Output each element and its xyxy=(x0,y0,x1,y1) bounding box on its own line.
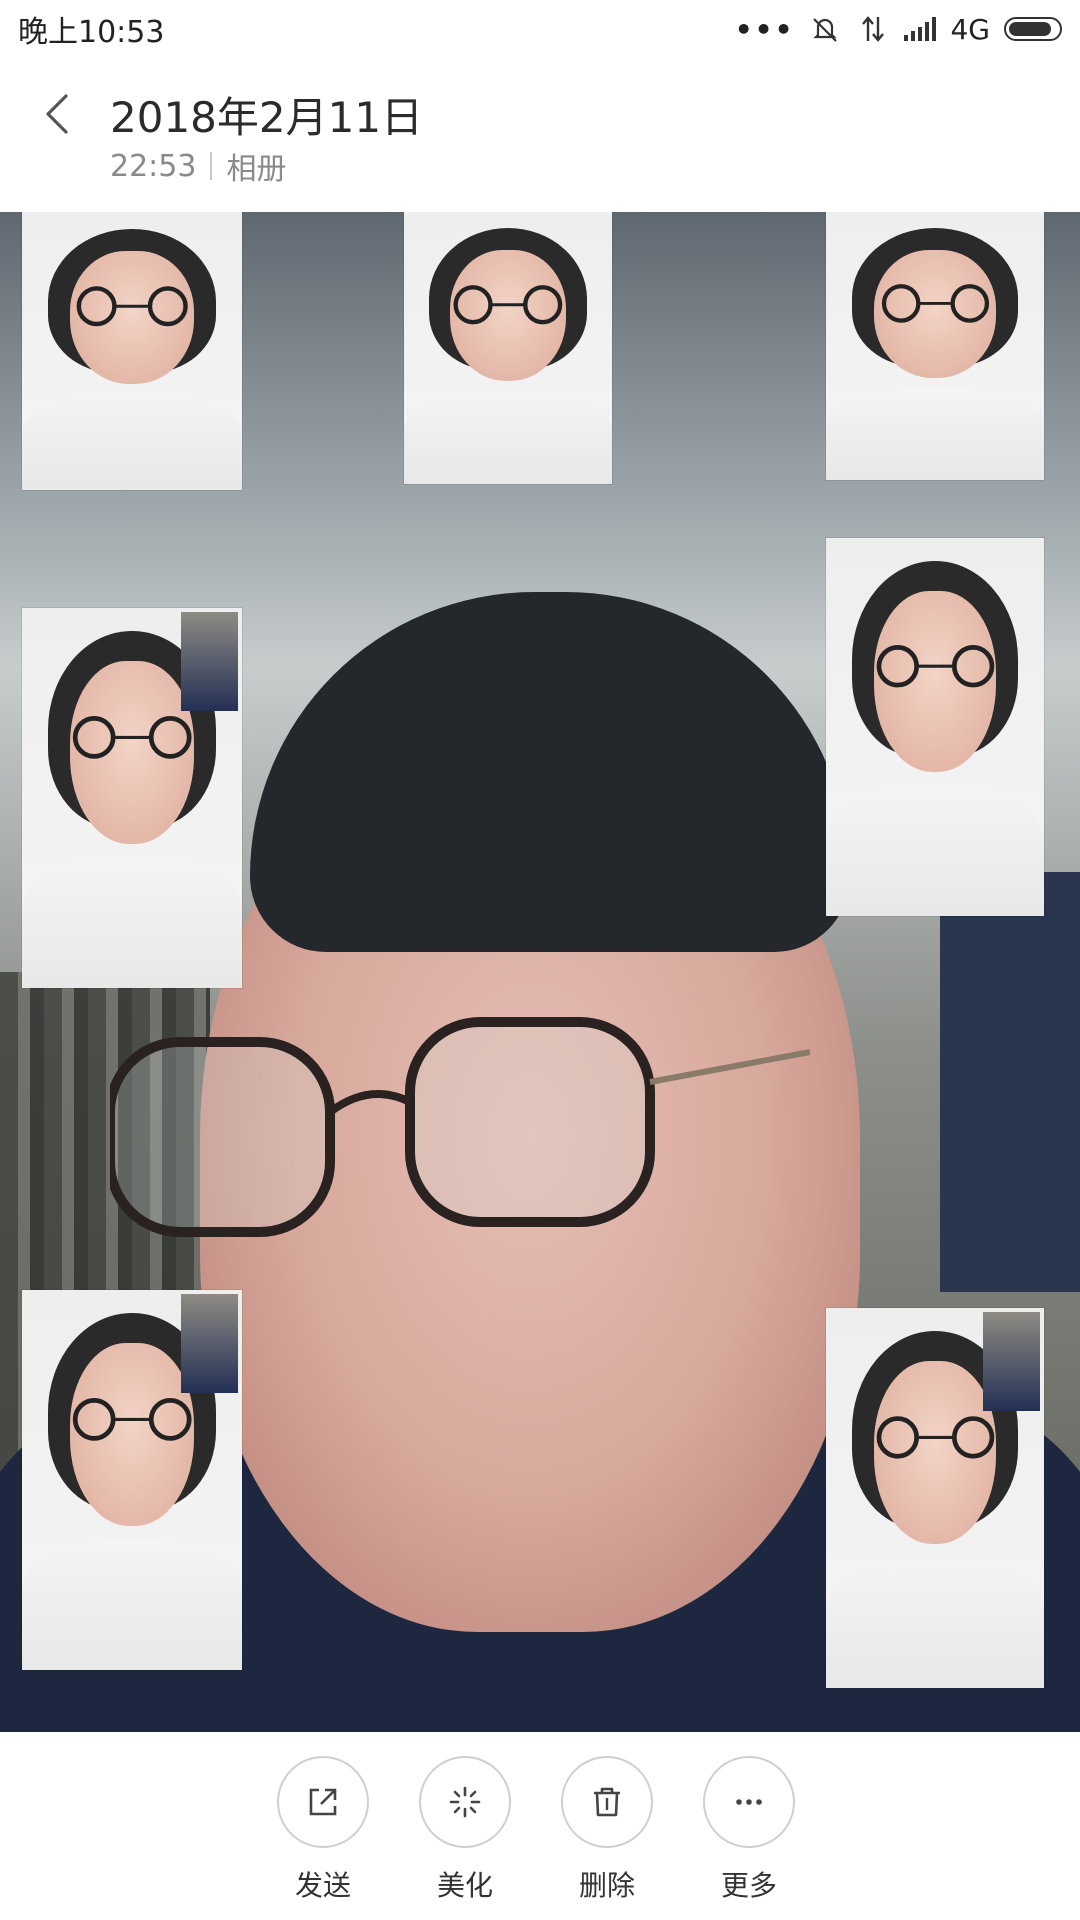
photo-time: 22:53 xyxy=(110,148,197,184)
header: 2018年2月11日 22:53 相册 xyxy=(0,58,1080,210)
video-thumbnail xyxy=(826,212,1044,480)
trash-icon xyxy=(594,1787,620,1817)
more-button[interactable]: 更多 xyxy=(694,1756,804,1904)
photo-image[interactable] xyxy=(0,212,1080,1732)
data-transfer-icon xyxy=(856,15,890,43)
beautify-button-circle xyxy=(419,1756,511,1848)
page-title: 2018年2月11日 xyxy=(110,93,424,142)
delete-label: 删除 xyxy=(578,1869,635,1902)
more-dots-icon: ••• xyxy=(734,12,795,46)
battery-icon xyxy=(1004,17,1062,41)
background-object xyxy=(940,872,1080,1292)
chevron-left-icon xyxy=(46,94,68,134)
photo-meta: 22:53 相册 xyxy=(110,144,286,188)
video-thumbnail xyxy=(404,212,612,484)
mute-icon xyxy=(808,15,842,43)
album-link[interactable]: 相册 xyxy=(226,144,286,188)
status-time: 晚上10:53 xyxy=(18,15,165,50)
delete-button[interactable]: 删除 xyxy=(552,1756,662,1904)
share-icon xyxy=(309,1788,337,1816)
send-button[interactable]: 发送 xyxy=(268,1756,378,1904)
video-thumbnail xyxy=(826,538,1044,916)
more-icon xyxy=(736,1799,762,1805)
more-label: 更多 xyxy=(720,1869,777,1902)
divider xyxy=(210,152,213,180)
main-hair xyxy=(250,592,850,952)
status-icons: ••• 4G xyxy=(735,13,1062,46)
more-button-circle xyxy=(703,1756,795,1848)
back-button[interactable] xyxy=(28,84,88,144)
gallery-photo-viewer: 晚上10:53 ••• 4G 2018年2月11日 22:53 相册 发送 美化… xyxy=(0,0,1080,1920)
video-thumbnail xyxy=(22,212,242,490)
signal-icon xyxy=(904,17,937,41)
send-button-circle xyxy=(277,1756,369,1848)
video-thumbnail xyxy=(22,608,242,988)
network-type: 4G xyxy=(950,12,990,46)
delete-button-circle xyxy=(561,1756,653,1848)
beautify-label: 美化 xyxy=(436,1869,493,1902)
bottom-toolbar: 发送 美化 删除 更多 xyxy=(0,1732,1080,1920)
beautify-icon xyxy=(449,1786,481,1818)
main-glasses xyxy=(110,1017,811,1237)
video-thumbnail xyxy=(826,1308,1044,1688)
send-label: 发送 xyxy=(294,1869,351,1902)
status-bar: 晚上10:53 ••• 4G xyxy=(0,0,1080,58)
beautify-button[interactable]: 美化 xyxy=(410,1756,520,1904)
video-thumbnail xyxy=(22,1290,242,1670)
